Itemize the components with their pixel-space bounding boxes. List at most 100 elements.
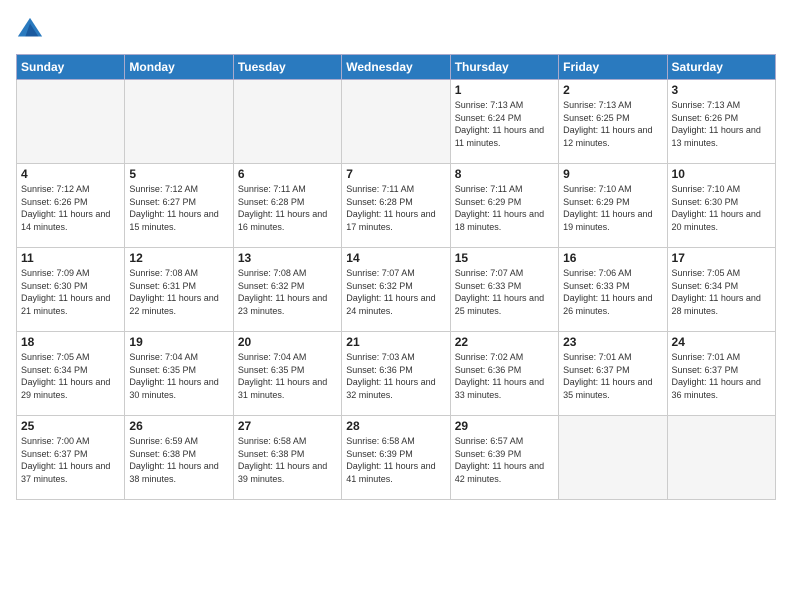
calendar-cell xyxy=(559,416,667,500)
day-info: Sunrise: 7:01 AMSunset: 6:37 PMDaylight:… xyxy=(672,351,771,401)
calendar-cell: 12Sunrise: 7:08 AMSunset: 6:31 PMDayligh… xyxy=(125,248,233,332)
day-info: Sunrise: 7:07 AMSunset: 6:32 PMDaylight:… xyxy=(346,267,445,317)
calendar-cell: 22Sunrise: 7:02 AMSunset: 6:36 PMDayligh… xyxy=(450,332,558,416)
day-number: 16 xyxy=(563,251,662,265)
calendar-cell xyxy=(17,80,125,164)
calendar-cell: 21 Sunrise: 7:03 AMSunset: 6:36 PMDayligh… xyxy=(342,332,450,416)
day-info: Sunrise: 7:12 AMSunset: 6:27 PMDaylight:… xyxy=(129,183,228,233)
day-number: 10 xyxy=(672,167,771,181)
calendar-cell: 1 Sunrise: 7:13 AMSunset: 6:24 PMDaylight… xyxy=(450,80,558,164)
calendar-cell: 13 Sunrise: 7:08 AMSunset: 6:32 PMDayligh… xyxy=(233,248,341,332)
day-of-week-header: Tuesday xyxy=(233,55,341,80)
day-of-week-header: Sunday xyxy=(17,55,125,80)
day-info: Sunrise: 6:58 AMSunset: 6:38 PMDaylight:… xyxy=(238,435,337,485)
calendar-cell: 7 Sunrise: 7:11 AMSunset: 6:28 PMDaylight… xyxy=(342,164,450,248)
day-number: 6 xyxy=(238,167,337,181)
page: SundayMondayTuesdayWednesdayThursdayFrid… xyxy=(0,0,792,612)
day-number: 1 xyxy=(455,83,554,97)
day-info: Sunrise: 7:05 AMSunset: 6:34 PMDaylight:… xyxy=(672,267,771,317)
day-info: Sunrise: 7:13 AMSunset: 6:24 PMDaylight:… xyxy=(455,99,554,149)
day-info: Sunrise: 7:13 AMSunset: 6:25 PMDaylight:… xyxy=(563,99,662,149)
calendar-cell: 3Sunrise: 7:13 AMSunset: 6:26 PMDaylight… xyxy=(667,80,775,164)
day-of-week-header: Friday xyxy=(559,55,667,80)
header xyxy=(16,16,776,44)
day-of-week-header: Thursday xyxy=(450,55,558,80)
day-number: 18 xyxy=(21,335,120,349)
calendar-cell: 11 Sunrise: 7:09 AMSunset: 6:30 PMDayligh… xyxy=(17,248,125,332)
day-info: Sunrise: 7:08 AMSunset: 6:31 PMDaylight:… xyxy=(129,267,228,317)
day-number: 9 xyxy=(563,167,662,181)
calendar-cell: 26 Sunrise: 6:59 AMSunset: 6:38 PMDayligh… xyxy=(125,416,233,500)
day-info: Sunrise: 7:00 AMSunset: 6:37 PMDaylight:… xyxy=(21,435,120,485)
day-number: 19 xyxy=(129,335,228,349)
day-number: 24 xyxy=(672,335,771,349)
calendar-cell: 14 Sunrise: 7:07 AMSunset: 6:32 PMDayligh… xyxy=(342,248,450,332)
day-number: 4 xyxy=(21,167,120,181)
calendar-header-row: SundayMondayTuesdayWednesdayThursdayFrid… xyxy=(17,55,776,80)
day-number: 14 xyxy=(346,251,445,265)
day-number: 21 xyxy=(346,335,445,349)
day-number: 27 xyxy=(238,419,337,433)
day-info: Sunrise: 6:57 AMSunset: 6:39 PMDaylight:… xyxy=(455,435,554,485)
calendar-week-row: 18 Sunrise: 7:05 AMSunset: 6:34 PMDayligh… xyxy=(17,332,776,416)
day-info: Sunrise: 6:59 AMSunset: 6:38 PMDaylight:… xyxy=(129,435,228,485)
day-number: 20 xyxy=(238,335,337,349)
day-info: Sunrise: 7:11 AMSunset: 6:28 PMDaylight:… xyxy=(238,183,337,233)
calendar-week-row: 4 Sunrise: 7:12 AMSunset: 6:26 PMDaylight… xyxy=(17,164,776,248)
calendar-cell: 5 Sunrise: 7:12 AMSunset: 6:27 PMDaylight… xyxy=(125,164,233,248)
calendar-cell: 19Sunrise: 7:04 AMSunset: 6:35 PMDayligh… xyxy=(125,332,233,416)
calendar-cell xyxy=(342,80,450,164)
logo-icon xyxy=(16,16,44,44)
calendar-cell: 28 Sunrise: 6:58 AMSunset: 6:39 PMDayligh… xyxy=(342,416,450,500)
day-of-week-header: Monday xyxy=(125,55,233,80)
day-of-week-header: Saturday xyxy=(667,55,775,80)
calendar-cell: 25 Sunrise: 7:00 AMSunset: 6:37 PMDayligh… xyxy=(17,416,125,500)
day-number: 8 xyxy=(455,167,554,181)
day-number: 7 xyxy=(346,167,445,181)
day-info: Sunrise: 7:10 AMSunset: 6:30 PMDaylight:… xyxy=(672,183,771,233)
day-info: Sunrise: 7:09 AMSunset: 6:30 PMDaylight:… xyxy=(21,267,120,317)
day-info: Sunrise: 7:04 AMSunset: 6:35 PMDaylight:… xyxy=(238,351,337,401)
day-of-week-header: Wednesday xyxy=(342,55,450,80)
calendar-cell xyxy=(233,80,341,164)
day-info: Sunrise: 7:13 AMSunset: 6:26 PMDaylight:… xyxy=(672,99,771,149)
calendar-week-row: 11 Sunrise: 7:09 AMSunset: 6:30 PMDayligh… xyxy=(17,248,776,332)
day-number: 11 xyxy=(21,251,120,265)
calendar-table: SundayMondayTuesdayWednesdayThursdayFrid… xyxy=(16,54,776,500)
calendar-cell: 10 Sunrise: 7:10 AMSunset: 6:30 PMDayligh… xyxy=(667,164,775,248)
calendar-cell: 23Sunrise: 7:01 AMSunset: 6:37 PMDayligh… xyxy=(559,332,667,416)
day-info: Sunrise: 7:08 AMSunset: 6:32 PMDaylight:… xyxy=(238,267,337,317)
calendar-week-row: 1 Sunrise: 7:13 AMSunset: 6:24 PMDaylight… xyxy=(17,80,776,164)
day-number: 29 xyxy=(455,419,554,433)
calendar-cell: 15Sunrise: 7:07 AMSunset: 6:33 PMDayligh… xyxy=(450,248,558,332)
day-info: Sunrise: 7:11 AMSunset: 6:29 PMDaylight:… xyxy=(455,183,554,233)
calendar-cell: 24 Sunrise: 7:01 AMSunset: 6:37 PMDayligh… xyxy=(667,332,775,416)
day-info: Sunrise: 7:11 AMSunset: 6:28 PMDaylight:… xyxy=(346,183,445,233)
day-number: 2 xyxy=(563,83,662,97)
day-number: 25 xyxy=(21,419,120,433)
day-number: 28 xyxy=(346,419,445,433)
calendar-cell: 20 Sunrise: 7:04 AMSunset: 6:35 PMDayligh… xyxy=(233,332,341,416)
calendar-cell: 29 Sunrise: 6:57 AMSunset: 6:39 PMDayligh… xyxy=(450,416,558,500)
day-info: Sunrise: 7:10 AMSunset: 6:29 PMDaylight:… xyxy=(563,183,662,233)
logo xyxy=(16,16,48,44)
day-number: 13 xyxy=(238,251,337,265)
day-number: 5 xyxy=(129,167,228,181)
day-info: Sunrise: 7:01 AMSunset: 6:37 PMDaylight:… xyxy=(563,351,662,401)
calendar-cell: 17 Sunrise: 7:05 AMSunset: 6:34 PMDayligh… xyxy=(667,248,775,332)
calendar-cell xyxy=(667,416,775,500)
day-info: Sunrise: 6:58 AMSunset: 6:39 PMDaylight:… xyxy=(346,435,445,485)
day-info: Sunrise: 7:12 AMSunset: 6:26 PMDaylight:… xyxy=(21,183,120,233)
calendar-cell: 2 Sunrise: 7:13 AMSunset: 6:25 PMDaylight… xyxy=(559,80,667,164)
day-number: 17 xyxy=(672,251,771,265)
calendar-cell: 6 Sunrise: 7:11 AMSunset: 6:28 PMDaylight… xyxy=(233,164,341,248)
day-info: Sunrise: 7:03 AMSunset: 6:36 PMDaylight:… xyxy=(346,351,445,401)
calendar-week-row: 25 Sunrise: 7:00 AMSunset: 6:37 PMDayligh… xyxy=(17,416,776,500)
calendar-cell: 27 Sunrise: 6:58 AMSunset: 6:38 PMDayligh… xyxy=(233,416,341,500)
calendar-cell: 9 Sunrise: 7:10 AMSunset: 6:29 PMDaylight… xyxy=(559,164,667,248)
day-info: Sunrise: 7:02 AMSunset: 6:36 PMDaylight:… xyxy=(455,351,554,401)
day-info: Sunrise: 7:07 AMSunset: 6:33 PMDaylight:… xyxy=(455,267,554,317)
calendar-cell: 16Sunrise: 7:06 AMSunset: 6:33 PMDayligh… xyxy=(559,248,667,332)
day-number: 26 xyxy=(129,419,228,433)
day-info: Sunrise: 7:05 AMSunset: 6:34 PMDaylight:… xyxy=(21,351,120,401)
